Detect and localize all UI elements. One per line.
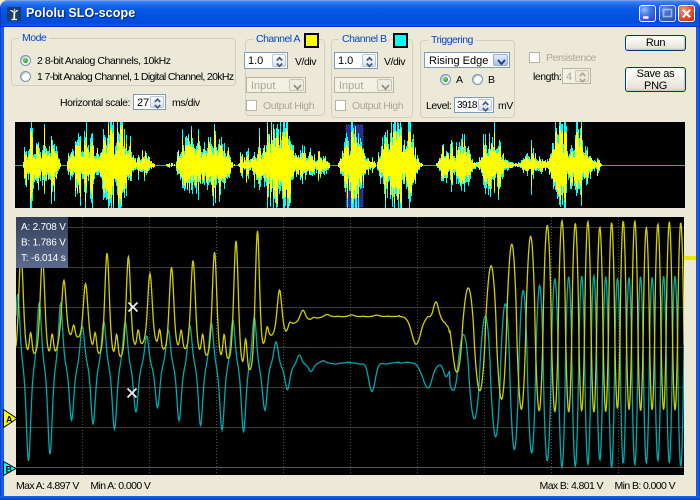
svg-text:A: A [6, 415, 13, 425]
svg-text:B: 1.786 V: B: 1.786 V [21, 238, 66, 249]
svg-text:T: -6.014 s: T: -6.014 s [21, 253, 66, 264]
svg-text:A: 2.708 V: A: 2.708 V [21, 222, 66, 233]
svg-text:B: B [6, 465, 13, 475]
